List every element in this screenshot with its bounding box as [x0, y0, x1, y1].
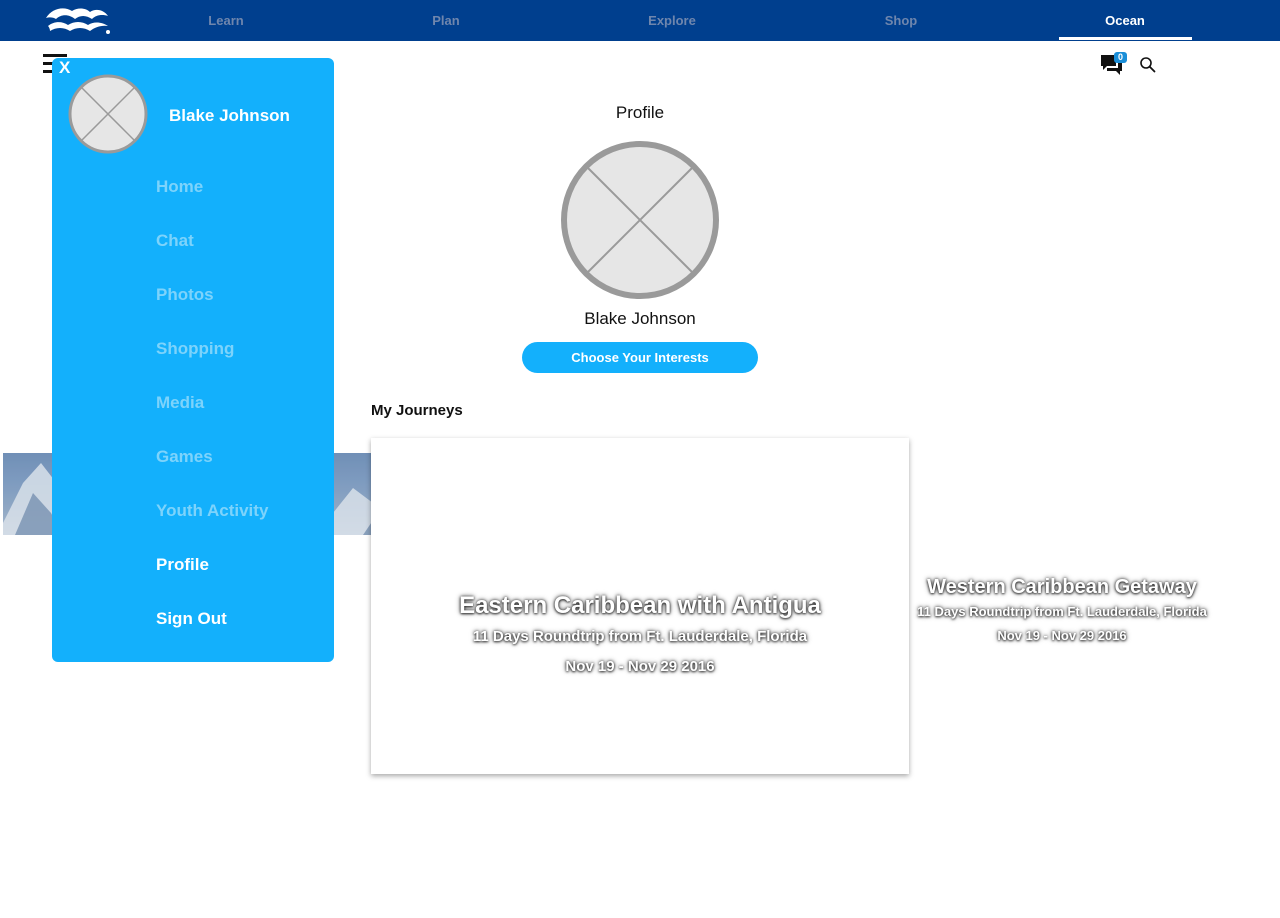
- nav-tab-plan[interactable]: Plan: [386, 0, 506, 41]
- nav-tab-learn[interactable]: Learn: [166, 0, 286, 41]
- nav-tab-shop[interactable]: Shop: [841, 0, 961, 41]
- cruise-line-logo[interactable]: [42, 4, 112, 36]
- nav-tab-explore[interactable]: Explore: [612, 0, 732, 41]
- journey-dates: Nov 19 - Nov 29 2016: [565, 658, 715, 675]
- nav-tab-ocean[interactable]: Ocean: [1065, 0, 1185, 41]
- choose-interests-button[interactable]: Choose Your Interests: [522, 342, 758, 373]
- page-title: Profile: [615, 103, 665, 122]
- drawer-item-home[interactable]: Home: [156, 177, 203, 197]
- my-journeys-heading: My Journeys: [371, 402, 463, 419]
- drawer-item-youth-activity[interactable]: Youth Activity: [156, 501, 268, 521]
- drawer-item-photos[interactable]: Photos: [156, 285, 214, 305]
- journey-dates: Nov 19 - Nov 29 2016: [997, 628, 1127, 643]
- active-tab-indicator: [1059, 37, 1192, 40]
- journey-card[interactable]: Western Caribbean Getaway 11 Days Roundt…: [909, 560, 1215, 660]
- journey-title: Eastern Caribbean with Antigua: [459, 592, 821, 619]
- chat-count-badge: 0: [1114, 52, 1127, 63]
- drawer-item-sign-out[interactable]: Sign Out: [156, 609, 227, 629]
- profile-user-name: Blake Johnson: [584, 309, 696, 328]
- journey-subtitle: 11 Days Roundtrip from Ft. Lauderdale, F…: [917, 604, 1207, 619]
- journey-card[interactable]: Eastern Caribbean with Antigua 11 Days R…: [371, 438, 909, 774]
- drawer-item-chat[interactable]: Chat: [156, 231, 194, 251]
- journey-subtitle: 11 Days Roundtrip from Ft. Lauderdale, F…: [472, 628, 808, 645]
- search-icon[interactable]: [1139, 56, 1156, 73]
- drawer-item-games[interactable]: Games: [156, 447, 213, 467]
- journey-title: Western Caribbean Getaway: [927, 576, 1197, 598]
- drawer-item-profile[interactable]: Profile: [156, 555, 209, 575]
- profile-avatar-placeholder[interactable]: [560, 140, 720, 300]
- top-nav-bar: Learn Plan Explore Shop Ocean: [0, 0, 1280, 41]
- drawer-item-shopping[interactable]: Shopping: [156, 339, 234, 359]
- drawer-item-media[interactable]: Media: [156, 393, 204, 413]
